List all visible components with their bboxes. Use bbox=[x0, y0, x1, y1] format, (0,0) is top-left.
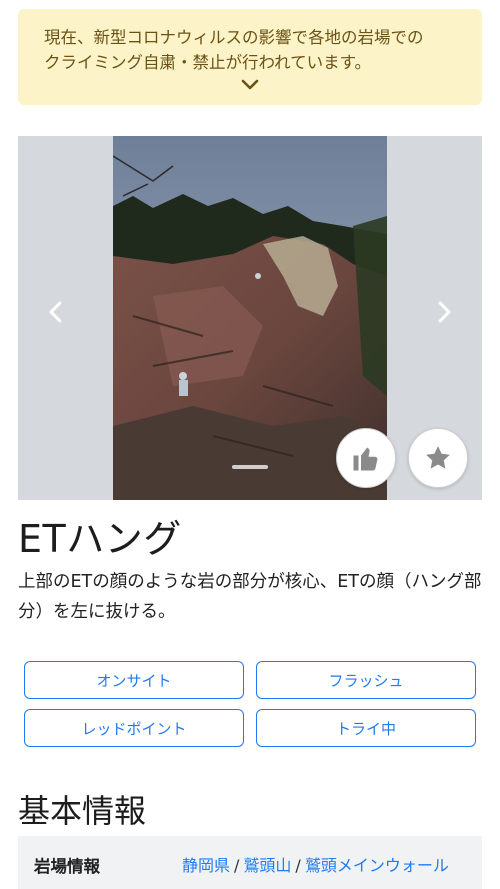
basic-info-heading: 基本情報 bbox=[18, 792, 147, 830]
chevron-down-icon[interactable] bbox=[241, 79, 259, 91]
breadcrumb-separator: / bbox=[295, 856, 301, 875]
breadcrumb-prefecture-link[interactable]: 静岡県 bbox=[182, 856, 230, 875]
chevron-right-icon[interactable] bbox=[430, 298, 458, 326]
covid-notice-banner[interactable]: 現在、新型コロナウィルスの影響で各地の岩場での クライミング自粛・禁止が行われて… bbox=[18, 9, 482, 105]
crag-info-label: 岩場情報 bbox=[34, 857, 100, 876]
thumbs-up-icon bbox=[353, 447, 378, 471]
route-title: ETハング bbox=[18, 517, 182, 561]
trying-button[interactable]: トライ中 bbox=[256, 709, 476, 747]
carousel-indicator[interactable] bbox=[232, 465, 268, 469]
star-icon bbox=[426, 446, 450, 469]
breadcrumb-wall-link[interactable]: 鷲頭メインウォール bbox=[305, 856, 449, 875]
notice-line-2: クライミング自粛・禁止が行われています。 bbox=[44, 53, 372, 72]
flash-button[interactable]: フラッシュ bbox=[256, 661, 476, 699]
crag-breadcrumb: 静岡県 / 鷲頭山 / 鷲頭メインウォール bbox=[182, 852, 449, 876]
favorite-button[interactable] bbox=[408, 428, 468, 488]
breadcrumb-mountain-link[interactable]: 鷲頭山 bbox=[243, 856, 291, 875]
onsight-button[interactable]: オンサイト bbox=[24, 661, 244, 699]
chevron-left-icon[interactable] bbox=[42, 298, 70, 326]
redpoint-button[interactable]: レッドポイント bbox=[24, 709, 244, 747]
like-button[interactable] bbox=[336, 428, 396, 488]
route-description: 上部のETの顔のような岩の部分が核心、ETの顔（ハング部分）を左に抜ける。 bbox=[18, 572, 482, 622]
breadcrumb-separator: / bbox=[234, 856, 240, 875]
notice-line-1: 現在、新型コロナウィルスの影響で各地の岩場での bbox=[44, 28, 424, 47]
crag-info-row: 岩場情報 静岡県 / 鷲頭山 / 鷲頭メインウォール bbox=[18, 836, 482, 889]
